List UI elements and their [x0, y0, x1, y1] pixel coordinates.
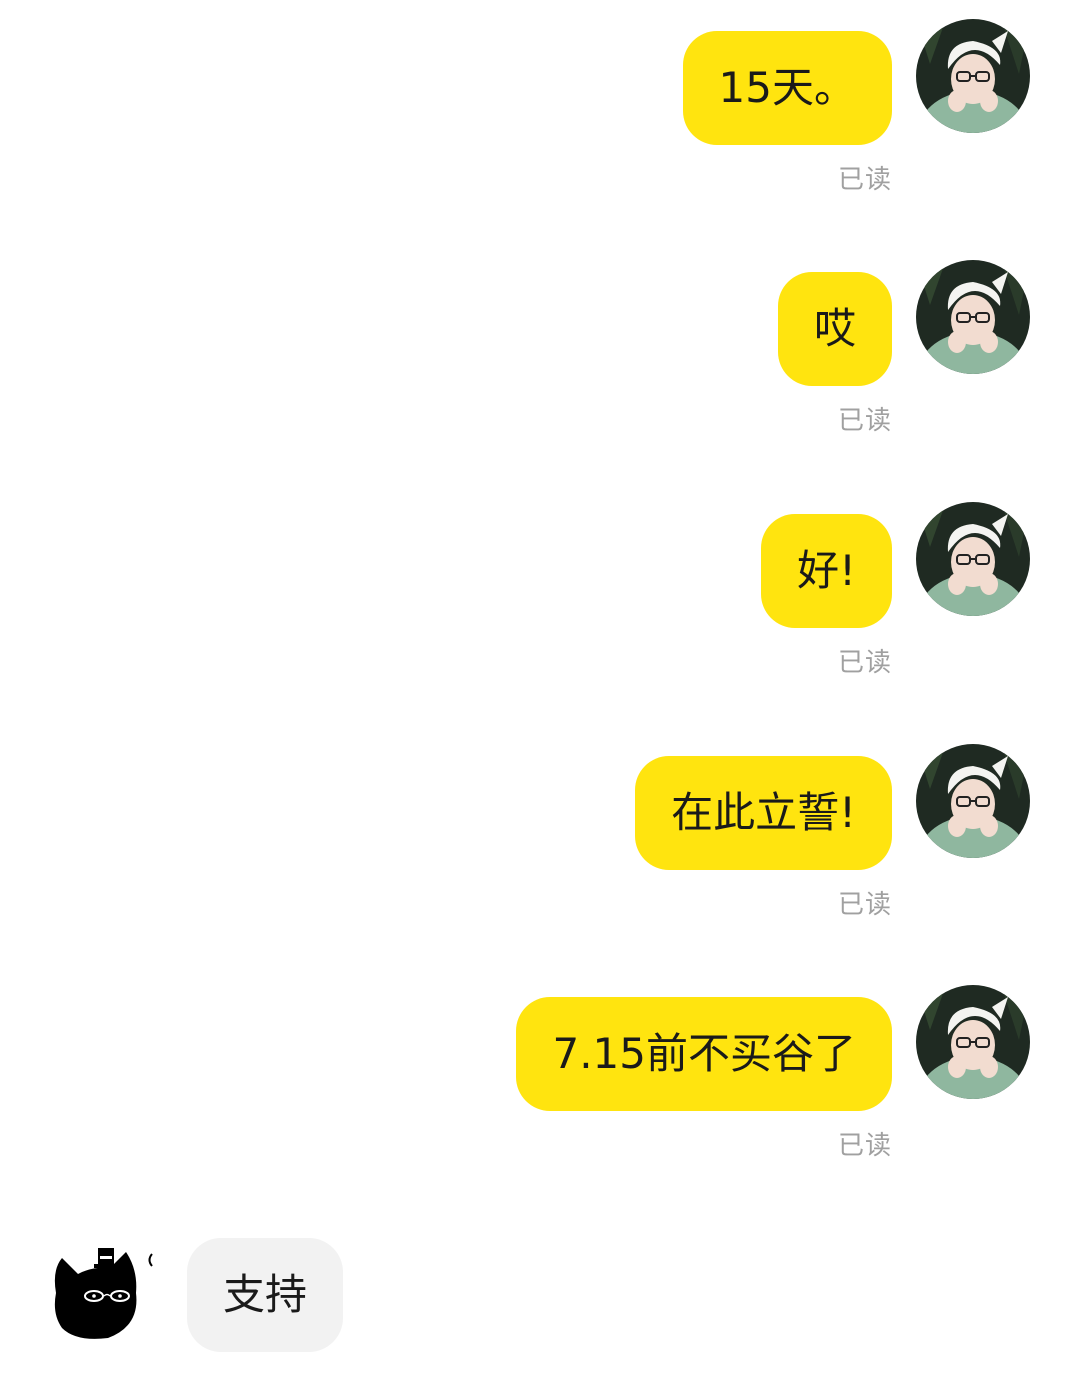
- read-status: 已读: [837, 890, 892, 920]
- message-bubble-in[interactable]: 支持: [187, 1238, 344, 1352]
- message-bubble-out[interactable]: 哎: [777, 272, 892, 386]
- message-row-out: 7.15前不买谷了 已读: [0, 985, 1080, 1197]
- message-row-out: 哎 已读: [0, 260, 1080, 472]
- chat-thread: 15天。 已读 哎 已读 好! 已读 在此立誓! 已读 7.15前不买谷了 已读…: [0, 0, 1080, 1394]
- message-bubble-out[interactable]: 在此立誓!: [635, 756, 892, 870]
- message-bubble-out[interactable]: 好!: [761, 514, 892, 628]
- message-row-in: 支持: [0, 1238, 1080, 1358]
- message-bubble-out[interactable]: 15天。: [682, 31, 892, 145]
- read-status: 已读: [837, 165, 892, 195]
- read-status: 已读: [837, 648, 892, 678]
- message-row-out: 15天。 已读: [0, 19, 1080, 231]
- user-avatar-icon[interactable]: [916, 19, 1030, 133]
- user-avatar-icon[interactable]: [916, 502, 1030, 616]
- message-row-out: 在此立誓! 已读: [0, 744, 1080, 956]
- message-row-out: 好! 已读: [0, 502, 1080, 714]
- user-avatar-icon[interactable]: [916, 985, 1030, 1099]
- black-cat-avatar-icon[interactable]: [48, 1238, 168, 1348]
- read-status: 已读: [837, 1131, 892, 1161]
- user-avatar-icon[interactable]: [916, 260, 1030, 374]
- message-bubble-out[interactable]: 7.15前不买谷了: [516, 997, 892, 1111]
- user-avatar-icon[interactable]: [916, 744, 1030, 858]
- read-status: 已读: [837, 406, 892, 436]
